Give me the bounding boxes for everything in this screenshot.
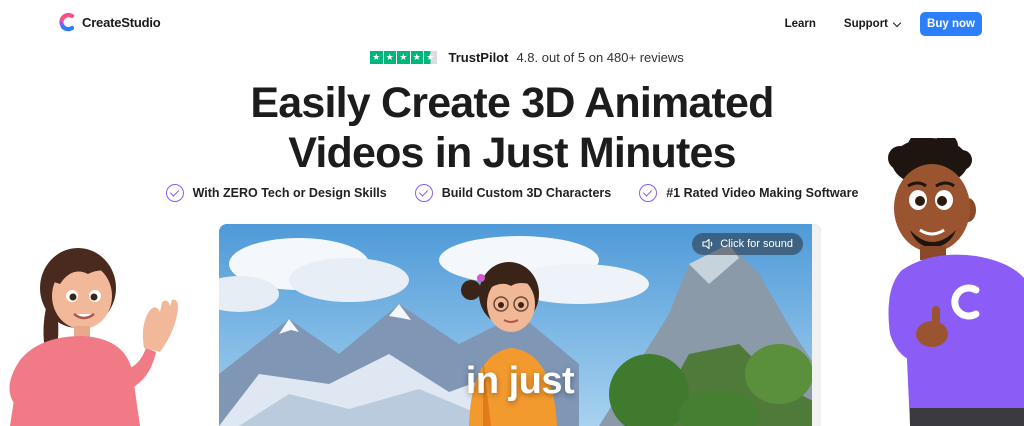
createstudio-logo-icon <box>59 13 74 32</box>
nav-support-dropdown[interactable]: Support <box>843 18 902 30</box>
click-for-sound-button[interactable]: Click for sound <box>692 233 803 255</box>
headline-line-2: Videos in Just Minutes <box>288 129 736 177</box>
right-character-illustration <box>888 138 1024 426</box>
trustpilot-rating: ★ ★ ★ ★ ★ TrustPilot 4.8. out of 5 on 48… <box>370 50 684 65</box>
hero-video[interactable]: in just Click for sound <box>219 224 821 426</box>
video-scrollbar[interactable] <box>812 224 821 426</box>
brand-name: CreateStudio <box>82 14 161 30</box>
check-circle-icon <box>165 184 184 202</box>
check-circle-icon <box>414 184 433 202</box>
star-icon: ★ <box>370 51 383 64</box>
brand-logo[interactable]: CreateStudio <box>58 12 161 32</box>
star-icon: ★ <box>383 51 396 64</box>
star-icon: ★ <box>410 51 423 64</box>
feature-list: With ZERO Tech or Design Skills Build Cu… <box>0 184 1024 202</box>
hero-headline: Easily Create 3D Animated Videos in Just… <box>0 78 1024 178</box>
nav-support-label: Support <box>843 18 888 30</box>
feature-item: Build Custom 3D Characters <box>414 184 612 202</box>
headline-line-1: Easily Create 3D Animated <box>250 79 774 127</box>
star-half-icon: ★ <box>424 51 437 64</box>
buy-now-button[interactable]: Buy now <box>920 12 982 36</box>
trustpilot-score: 4.8. out of 5 on 480+ reviews <box>516 50 684 65</box>
speaker-icon <box>702 239 713 249</box>
rating-stars: ★ ★ ★ ★ ★ <box>370 51 437 64</box>
feature-label: #1 Rated Video Making Software <box>666 186 859 200</box>
site-header: CreateStudio Learn Support Buy now <box>0 0 1024 46</box>
video-caption: in just <box>465 360 575 402</box>
feature-item: #1 Rated Video Making Software <box>639 184 858 202</box>
nav-learn-link[interactable]: Learn <box>785 18 816 30</box>
star-icon: ★ <box>397 51 410 64</box>
check-circle-icon <box>639 184 658 202</box>
top-nav: Learn Support Buy now <box>785 12 982 36</box>
sound-label: Click for sound <box>720 238 793 250</box>
feature-item: With ZERO Tech or Design Skills <box>165 184 387 202</box>
feature-label: With ZERO Tech or Design Skills <box>192 186 387 200</box>
left-character-illustration <box>9 248 178 426</box>
trustpilot-name: TrustPilot <box>448 50 509 65</box>
feature-label: Build Custom 3D Characters <box>441 186 612 200</box>
chevron-down-icon <box>892 18 902 27</box>
